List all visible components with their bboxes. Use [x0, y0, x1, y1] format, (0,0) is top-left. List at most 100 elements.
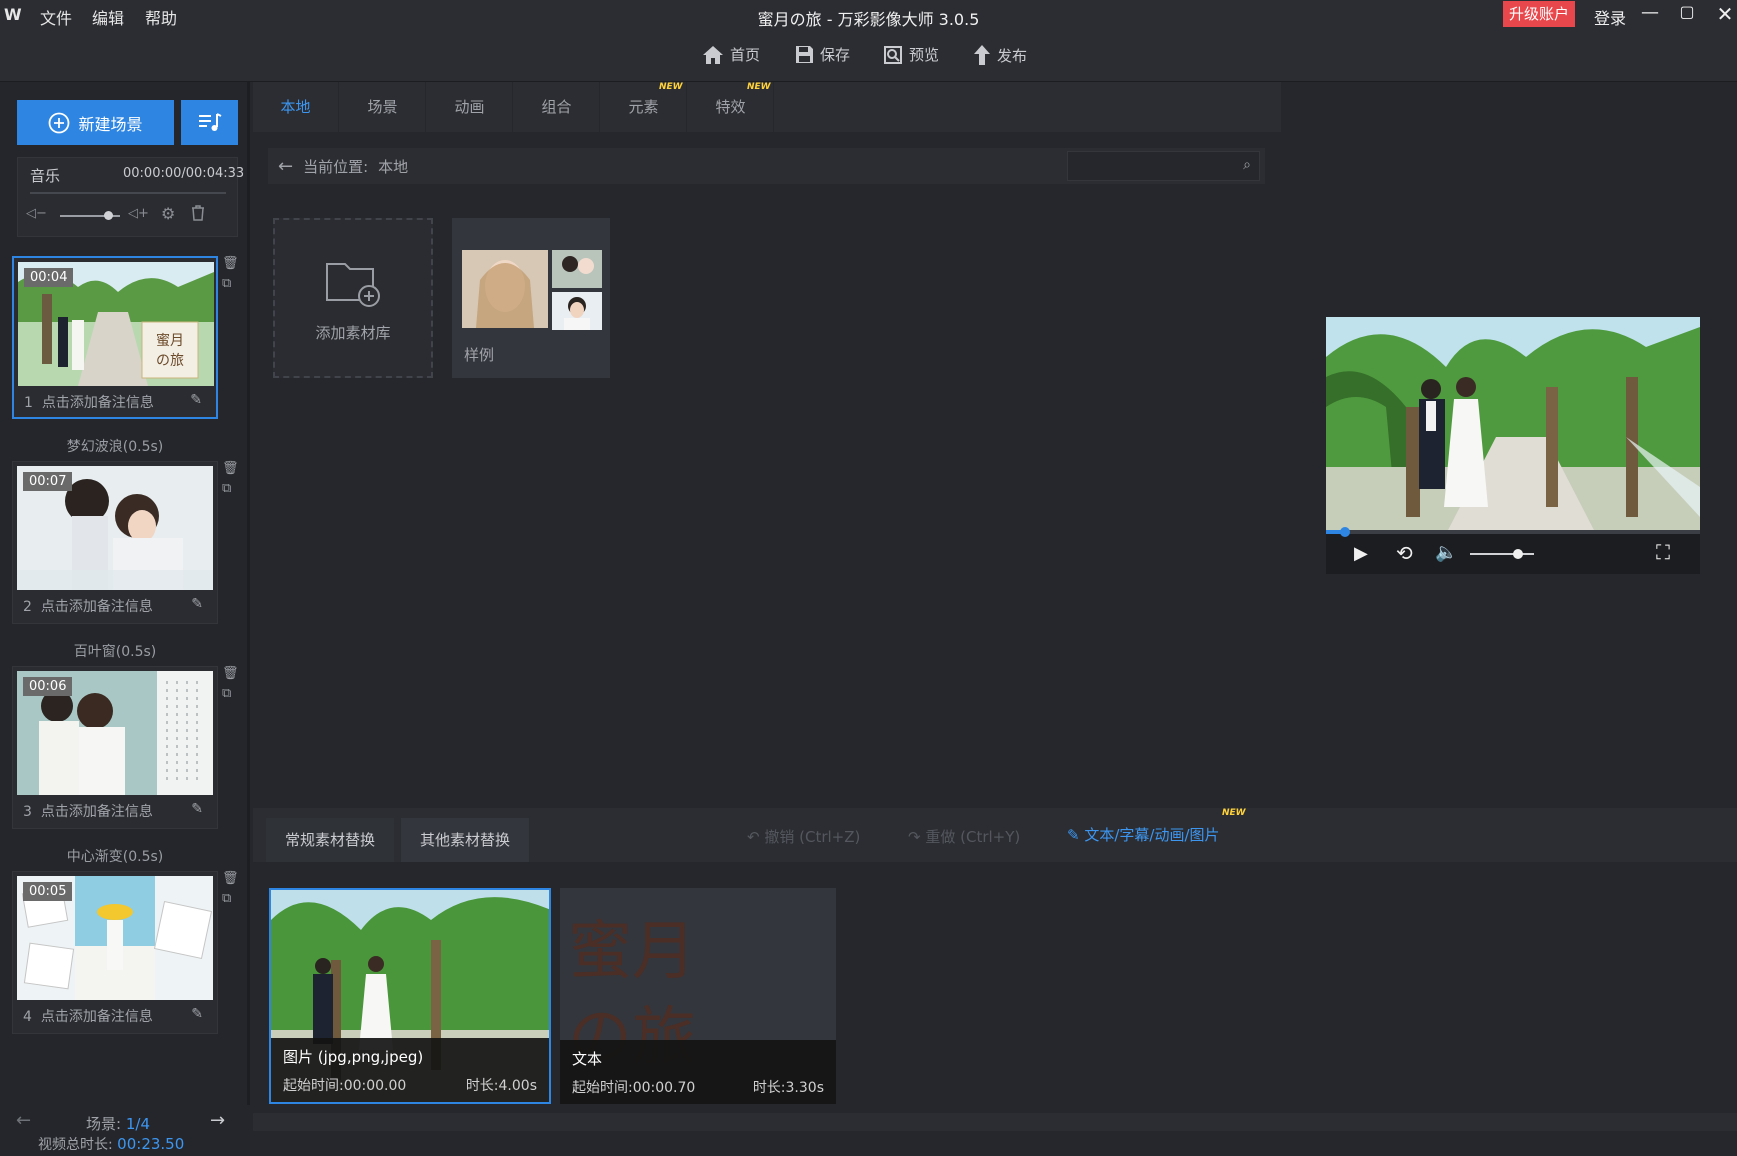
scene-1-note-text: 点击添加备注信息: [41, 395, 154, 411]
player-volume-knob[interactable]: [1513, 549, 1523, 559]
trash-icon[interactable]: [191, 205, 207, 221]
scene-2-note[interactable]: 2 点击添加备注信息: [23, 596, 153, 616]
redo-label: 重做 (Ctrl+Y): [925, 828, 1021, 846]
player-controls: ▶ ⟲ 🔈 ⛶: [1326, 527, 1700, 574]
scene-3-note[interactable]: 3 点击添加备注信息: [23, 801, 153, 821]
scene-card-3[interactable]: 00:06 3 点击添加备注信息 ✎: [12, 666, 218, 829]
clip-image-info: 图片 (jpg,png,jpeg) 起始时间:00:00.00 时长:4.00s: [271, 1038, 549, 1102]
copy-scene-icon[interactable]: ⧉: [222, 889, 239, 909]
save-icon: [796, 46, 813, 63]
clip-text-start: 起始时间:00:00.70: [572, 1080, 696, 1096]
delete-scene-icon[interactable]: 🗑: [222, 869, 239, 889]
scene-list-button[interactable]: [181, 100, 238, 145]
scene-card-4[interactable]: 00:05 4 点击添加备注信息 ✎: [12, 871, 218, 1034]
sample-folder[interactable]: 样例: [452, 218, 610, 378]
prev-scene-icon[interactable]: ←: [16, 1110, 31, 1131]
settings-icon[interactable]: ⚙: [161, 204, 175, 223]
preview-button[interactable]: 预览: [883, 44, 939, 65]
music-list-icon: [198, 112, 221, 131]
text-link-label: 文本/字幕/动画/图片: [1084, 826, 1220, 844]
tab-animation[interactable]: 动画: [427, 82, 513, 132]
undo-label: 撤销 (Ctrl+Z): [764, 828, 861, 846]
clip-text[interactable]: 蜜月 の旅 文本 起始时间:00:00.70 时长:3.30s: [560, 888, 836, 1104]
publish-button[interactable]: 发布: [973, 44, 1027, 66]
add-library-button[interactable]: 添加素材库: [273, 218, 433, 378]
breadcrumb-label: 当前位置:: [303, 157, 369, 176]
delete-scene-icon[interactable]: 🗑: [222, 664, 239, 684]
clip-text-bg-line1: 蜜月: [568, 915, 696, 989]
copy-scene-icon[interactable]: ⧉: [222, 274, 239, 294]
clip-image-duration: 时长:4.00s: [465, 1078, 537, 1094]
scene-2-note-text: 点击添加备注信息: [40, 599, 153, 615]
total-duration-label: 视频总时长:: [38, 1137, 113, 1153]
edit-icon[interactable]: ✎: [191, 801, 203, 817]
tab-regular-replace[interactable]: 常规素材替换: [266, 818, 394, 862]
back-arrow-icon[interactable]: ←: [278, 156, 293, 177]
scene-1-title-line2: の旅: [156, 353, 184, 369]
scene-3-note-text: 点击添加备注信息: [40, 804, 153, 820]
volume-up-icon[interactable]: ◁+: [128, 206, 149, 221]
music-progress[interactable]: [30, 192, 226, 194]
tab-local[interactable]: 本地: [253, 82, 339, 132]
volume-icon[interactable]: 🔈: [1435, 542, 1457, 563]
toolbar: [0, 30, 1737, 82]
scene-1-duration: 00:04: [24, 268, 74, 287]
transition-3[interactable]: 中心渐变(0.5s): [12, 846, 218, 866]
tab-scene[interactable]: 场景: [340, 82, 426, 132]
edit-icon[interactable]: ✎: [191, 1006, 203, 1022]
upgrade-account-button[interactable]: 升级账户: [1503, 1, 1575, 27]
delete-scene-icon[interactable]: 🗑: [222, 254, 239, 274]
tab-combo[interactable]: 组合: [514, 82, 600, 132]
search-icon[interactable]: ⌕: [1243, 157, 1251, 173]
close-icon[interactable]: ✕: [1711, 2, 1737, 26]
save-button[interactable]: 保存: [795, 44, 850, 65]
music-label: 音乐: [30, 167, 61, 185]
scene-4-number: 4: [23, 1009, 32, 1025]
edit-icon[interactable]: ✎: [190, 392, 202, 408]
replay-icon[interactable]: ⟲: [1396, 541, 1413, 565]
library-panel: [253, 82, 1281, 808]
scene-counter: 场景: 1/4: [86, 1113, 150, 1134]
scene-1-thumbnail: 蜜月 の旅 00:04: [18, 262, 214, 386]
fullscreen-icon[interactable]: ⛶: [1656, 540, 1670, 564]
sample-image-3: [552, 292, 602, 330]
search-input[interactable]: ⌕: [1067, 151, 1260, 181]
sample-label: 样例: [464, 346, 495, 364]
music-volume-slider[interactable]: [60, 211, 120, 220]
text-subtitle-link[interactable]: ✎ 文本/字幕/动画/图片: [1067, 824, 1220, 845]
home-button[interactable]: 首页: [702, 44, 760, 65]
next-scene-icon[interactable]: →: [210, 1110, 225, 1131]
copy-scene-icon[interactable]: ⧉: [222, 684, 239, 704]
redo-button[interactable]: ↷ 重做 (Ctrl+Y): [908, 826, 1020, 847]
volume-down-icon[interactable]: ◁−: [26, 206, 47, 221]
sample-image-2: [552, 250, 602, 288]
play-icon[interactable]: ▶: [1354, 543, 1368, 564]
undo-button[interactable]: ↶ 撤销 (Ctrl+Z): [747, 826, 860, 847]
transition-2[interactable]: 百叶窗(0.5s): [12, 641, 218, 661]
clip-image[interactable]: 图片 (jpg,png,jpeg) 起始时间:00:00.00 时长:4.00s: [269, 888, 551, 1104]
login-button[interactable]: 登录: [1594, 5, 1626, 29]
horizontal-scrollbar[interactable]: [253, 1113, 1737, 1131]
transition-1[interactable]: 梦幻波浪(0.5s): [12, 436, 218, 456]
save-label: 保存: [820, 46, 851, 64]
scene-4-note[interactable]: 4 点击添加备注信息: [23, 1006, 153, 1026]
delete-scene-icon[interactable]: 🗑: [222, 459, 239, 479]
playback-knob[interactable]: [1339, 527, 1350, 537]
player-volume-slider[interactable]: [1470, 549, 1534, 559]
new-scene-button[interactable]: 新建场景: [17, 100, 174, 145]
copy-scene-icon[interactable]: ⧉: [222, 479, 239, 499]
maximize-icon[interactable]: ▢: [1673, 2, 1701, 21]
scene-1-note[interactable]: 1 点击添加备注信息: [24, 392, 154, 412]
scene-4-thumbnail: 00:05: [17, 876, 213, 1000]
tab-other-replace[interactable]: 其他素材替换: [401, 818, 529, 862]
scene-card-2[interactable]: 00:07 2 点击添加备注信息 ✎: [12, 461, 218, 624]
scene-card-1[interactable]: 蜜月 の旅 00:04 1 点击添加备注信息 ✎: [12, 256, 218, 419]
volume-knob[interactable]: [104, 211, 113, 220]
edit-icon[interactable]: ✎: [191, 596, 203, 612]
clip-text-info: 文本 起始时间:00:00.70 时长:3.30s: [560, 1040, 836, 1104]
minimize-icon[interactable]: —: [1636, 2, 1664, 23]
scene-counter-value: 1/4: [125, 1115, 150, 1133]
playback-progress[interactable]: [1326, 527, 1700, 537]
new-badge: NEW: [747, 82, 771, 92]
music-track: 音乐 00:00:00/00:04:33 ◁− ◁+ ⚙: [17, 157, 244, 237]
